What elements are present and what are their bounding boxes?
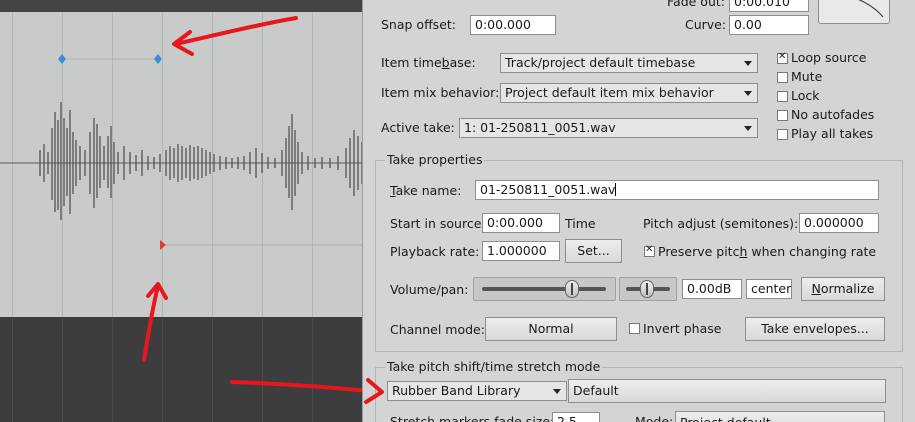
start-in-source-input[interactable]: 0:00.000 [482,213,560,233]
playback-rate-input[interactable]: 1.000000 [482,241,560,261]
fade-curve-preview[interactable] [818,0,890,24]
annotation-arrow-icon [364,378,384,404]
chevron-down-icon [744,126,752,131]
snap-offset-label: Snap offset: [381,17,456,32]
lock-label: Lock [791,88,820,103]
chevron-down-icon [553,389,561,394]
channel-mode-button[interactable]: Normal [485,317,617,341]
mode-label: Mode: [635,414,674,422]
play-all-takes-label: Play all takes [791,126,874,141]
preserve-pitch-label: Preserve pitch when changing rate [658,244,877,259]
envelope-point-end-icon[interactable] [154,54,162,64]
annotation-arrow-icon [172,16,298,56]
channel-mode-label: Channel mode: [390,322,485,337]
curve-input[interactable]: 0.00 [729,15,809,35]
start-in-source-label: Start in source: [390,216,486,231]
fade-out-label: Fade out: [667,0,725,9]
normalize-button[interactable]: Normalize [801,277,885,301]
item-timebase-label: Item timebase: [381,55,476,70]
volume-input[interactable]: 0.00dB [682,279,742,299]
envelope-point-start-icon[interactable] [58,54,66,64]
time-label: Time [565,216,596,231]
take-name-input[interactable]: 01-250811_0051.wav [475,180,879,200]
preserve-pitch-checkbox[interactable] [644,244,655,257]
take-name-label: Take name: [390,183,462,198]
pan-slider[interactable] [619,277,677,301]
envelope-point-red-icon[interactable] [160,240,166,250]
arrange-view[interactable] [0,0,380,422]
volume-slider-knob[interactable] [565,280,579,298]
item-mix-label: Item mix behavior: [381,85,500,100]
mute-checkbox[interactable] [777,72,788,83]
annotation-arrow-icon [142,282,168,362]
set-rate-button[interactable]: Set... [565,239,622,263]
volume-slider[interactable] [473,277,616,301]
pan-slider-knob[interactable] [640,280,654,298]
active-take-label: Active take: [381,120,455,135]
pan-input[interactable]: center [746,279,792,299]
waveform-overlay [0,16,380,394]
lock-checkbox[interactable] [777,91,788,102]
loop-source-label: Loop source [791,50,867,65]
waveform [39,102,363,220]
play-all-takes-checkbox[interactable] [777,129,788,140]
stretch-markers-label: Stretch markers fade size: [390,414,555,422]
item-mix-select[interactable]: Project default item mix behavior [500,83,758,103]
no-autofades-label: No autofades [791,107,875,122]
invert-phase-checkbox[interactable] [629,323,640,334]
loop-source-checkbox[interactable] [777,51,788,64]
item-properties-dialog: Fade out: 0:00.010 Snap offset: 0:00.000… [362,0,915,422]
pitch-preset-button[interactable]: Default [568,379,886,403]
pitch-adjust-input[interactable]: 0.000000 [799,213,879,233]
snap-offset-input[interactable]: 0:00.000 [470,15,556,35]
take-envelopes-button[interactable]: Take envelopes... [745,317,885,341]
item-timebase-select[interactable]: Track/project default timebase [500,53,758,73]
pitch-adjust-label: Pitch adjust (semitones): [643,216,799,231]
curve-label: Curve: [685,17,727,32]
active-take-select[interactable]: 1: 01-250811_0051.wav [459,118,758,138]
mute-label: Mute [791,69,823,84]
pitch-engine-select[interactable]: Rubber Band Library [387,381,567,401]
no-autofades-checkbox[interactable] [777,110,788,121]
mode-button[interactable]: Project default [675,411,885,422]
chevron-down-icon [744,61,752,66]
chevron-down-icon [744,91,752,96]
playback-rate-label: Playback rate: [390,244,480,259]
stretch-markers-input[interactable]: 2.5 [552,412,600,422]
take-properties-title: Take properties [385,152,485,168]
invert-phase-label: Invert phase [643,321,722,336]
fade-out-input[interactable]: 0:00.010 [729,0,809,12]
pitch-mode-title: Take pitch shift/time stretch mode [385,359,603,375]
volume-pan-label: Volume/pan: [390,282,469,297]
